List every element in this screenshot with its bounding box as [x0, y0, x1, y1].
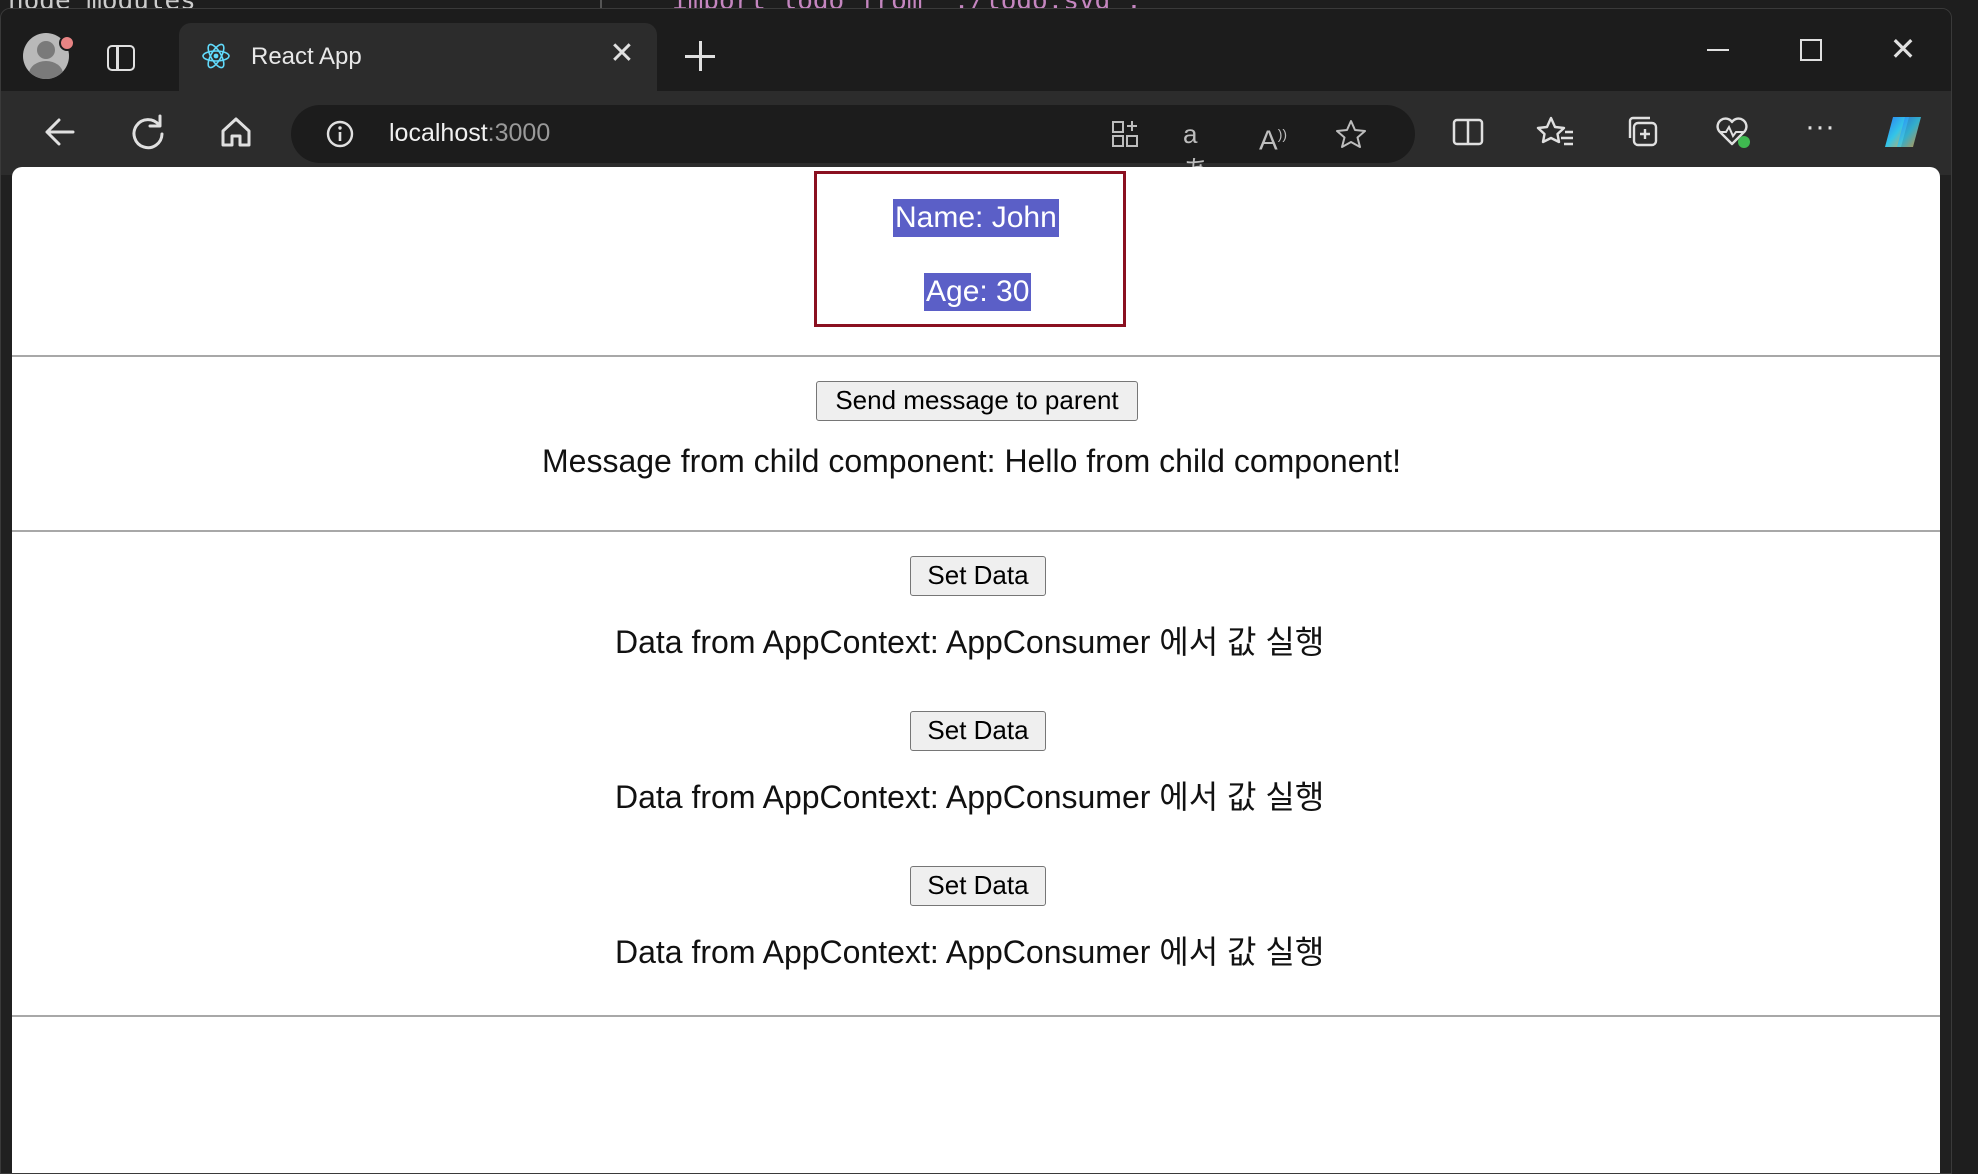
set-data-button[interactable]: Set Data: [910, 711, 1046, 751]
context-data-text: Data from AppContext: AppConsumer 에서 값 실…: [615, 779, 1325, 815]
minimize-icon[interactable]: [1699, 29, 1739, 69]
child-message-text: Message from child component: Hello from…: [542, 443, 1402, 479]
notification-dot: [59, 35, 75, 51]
url-host: localhost: [389, 119, 488, 147]
divider: [12, 530, 1940, 532]
set-data-button[interactable]: Set Data: [910, 556, 1046, 596]
address-bar[interactable]: localhost:3000 aあ A)): [291, 105, 1415, 185]
tab-strip: React App ✕ ✕: [1, 9, 1951, 91]
maximize-icon[interactable]: [1791, 29, 1831, 69]
tab-react-app[interactable]: React App ✕: [179, 23, 657, 91]
favorite-star-icon[interactable]: [1333, 116, 1369, 152]
copilot-icon[interactable]: [1879, 107, 1929, 157]
profile-age: Age: 30: [924, 273, 1032, 311]
url-port: :3000: [487, 119, 551, 147]
read-aloud-icon[interactable]: A)): [1259, 116, 1295, 155]
profile-name: Name: John: [893, 199, 1059, 237]
more-options-icon[interactable]: ···: [1795, 107, 1845, 157]
tab-title: React App: [251, 43, 362, 70]
react-icon: [202, 43, 230, 69]
divider: [12, 355, 1940, 357]
vertical-tabs-icon[interactable]: [107, 45, 135, 71]
home-icon[interactable]: [211, 107, 261, 157]
refresh-icon[interactable]: [123, 107, 173, 157]
split-screen-icon[interactable]: [1443, 107, 1493, 157]
browser-essentials-icon[interactable]: [1707, 107, 1757, 157]
browser-window: React App ✕ ✕ localhost:3000 a A)) ··· N…: [0, 8, 1952, 1174]
context-data-text: Data from AppContext: AppConsumer 에서 값 실…: [615, 624, 1325, 660]
avatar-body: [29, 61, 63, 79]
set-data-button[interactable]: Set Data: [910, 866, 1046, 906]
app-grid-icon[interactable]: [1107, 116, 1143, 152]
context-data-text: Data from AppContext: AppConsumer 에서 값 실…: [615, 934, 1325, 970]
divider: [12, 1015, 1940, 1017]
translate-icon[interactable]: aあ: [1183, 116, 1219, 185]
page-viewport: Name: John Age: 30 Send message to paren…: [12, 167, 1940, 1173]
new-tab-icon[interactable]: [683, 39, 717, 73]
site-info-icon[interactable]: [325, 119, 355, 149]
window-close-icon[interactable]: ✕: [1883, 29, 1923, 69]
avatar-head: [37, 41, 55, 59]
favorites-icon[interactable]: [1531, 107, 1581, 157]
collections-icon[interactable]: [1619, 107, 1669, 157]
browser-toolbar: localhost:3000 aあ A)) ···: [1, 91, 1951, 185]
url-text: localhost:3000: [389, 119, 550, 148]
send-message-button[interactable]: Send message to parent: [816, 381, 1138, 421]
tab-close-icon[interactable]: ✕: [607, 39, 637, 69]
back-arrow-icon[interactable]: [35, 107, 85, 157]
